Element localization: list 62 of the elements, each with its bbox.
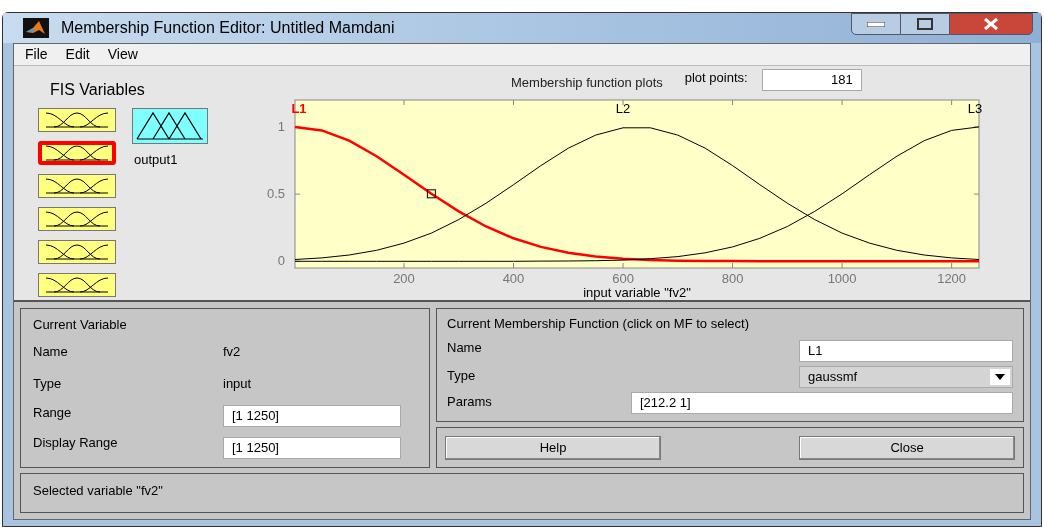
triangle-mf-icon <box>135 111 205 141</box>
y-tick-label: 0 <box>277 253 285 269</box>
mf-name-field[interactable]: L1 <box>799 339 1013 362</box>
panel-title: FIS Variables <box>49 80 146 100</box>
input-variable-box[interactable] <box>38 141 116 165</box>
field-label: Name <box>447 338 482 357</box>
input-variable-box[interactable] <box>38 207 116 231</box>
variable-name: fv2 <box>223 343 242 362</box>
y-tick-label: 0.5 <box>266 186 285 202</box>
handle-marker[interactable] <box>426 189 436 199</box>
dialog-button[interactable]: Help <box>445 435 661 460</box>
x-tick-label: 1200 <box>937 271 967 286</box>
series-label: L2 <box>615 101 631 116</box>
x-tick-label: 800 <box>721 271 744 286</box>
x-tick-label: 1000 <box>827 271 857 286</box>
input-variable-box[interactable] <box>38 108 116 132</box>
mf-type-dropdown[interactable]: gaussmf <box>799 365 1013 388</box>
menu-item[interactable]: View <box>107 44 138 65</box>
window-title: Membership Function Editor: Untitled Mamdani <box>61 18 395 38</box>
plot-points-field[interactable]: 181 <box>761 69 862 91</box>
field-label: Display Range <box>33 434 119 452</box>
bell-curves-icon <box>44 210 110 228</box>
output-variable-box[interactable] <box>132 108 208 144</box>
panel-title: Current Variable <box>33 316 128 334</box>
close-icon <box>983 18 999 30</box>
field-label: Params <box>447 392 492 411</box>
bell-curves-icon <box>44 243 110 261</box>
output-variable-label: output1 <box>133 151 179 169</box>
field-label: Name <box>33 343 69 362</box>
menu-item[interactable]: Edit <box>65 44 90 65</box>
minimize-icon <box>867 21 885 27</box>
x-tick-label: 200 <box>393 271 415 286</box>
minimize-button[interactable] <box>851 13 901 35</box>
variable-type: input <box>223 375 253 394</box>
y-tick-label: 1 <box>277 118 285 134</box>
x-axis-label: input variable "fv2" <box>583 285 691 300</box>
close-button[interactable] <box>949 13 1033 35</box>
input-variable-box[interactable] <box>38 174 116 198</box>
plot-title: Membership function plots <box>511 74 663 93</box>
panel-title: Current Membership Function (click on MF to select) <box>447 315 750 333</box>
dialog-button[interactable]: Close <box>799 435 1015 460</box>
plot-points-label: plot points: <box>684 69 748 88</box>
x-tick-label: 600 <box>612 271 634 286</box>
x-tick-label: 400 <box>502 271 525 286</box>
series-label: L1 <box>291 101 307 116</box>
bell-curves-icon <box>44 177 110 195</box>
field-label: Range <box>33 404 73 422</box>
input-variable-box[interactable] <box>38 273 116 297</box>
bell-curves-icon <box>44 144 110 162</box>
status-text: Selected variable "fv2" <box>33 483 163 498</box>
bell-curves-icon <box>44 111 110 129</box>
display-range-field[interactable]: [1 1250] <box>223 437 401 459</box>
bell-curves-icon <box>44 276 110 294</box>
input-variable-box[interactable] <box>38 240 116 264</box>
field-label: Type <box>447 366 476 385</box>
maximize-button[interactable] <box>901 13 949 35</box>
params-field[interactable]: [212.2 1] <box>631 391 1013 414</box>
range-field[interactable]: [1 1250] <box>223 405 401 427</box>
restore-icon <box>917 18 933 30</box>
app-logo-icon <box>23 18 49 38</box>
field-label: Type <box>33 375 63 394</box>
menu-item[interactable]: File <box>25 44 48 65</box>
